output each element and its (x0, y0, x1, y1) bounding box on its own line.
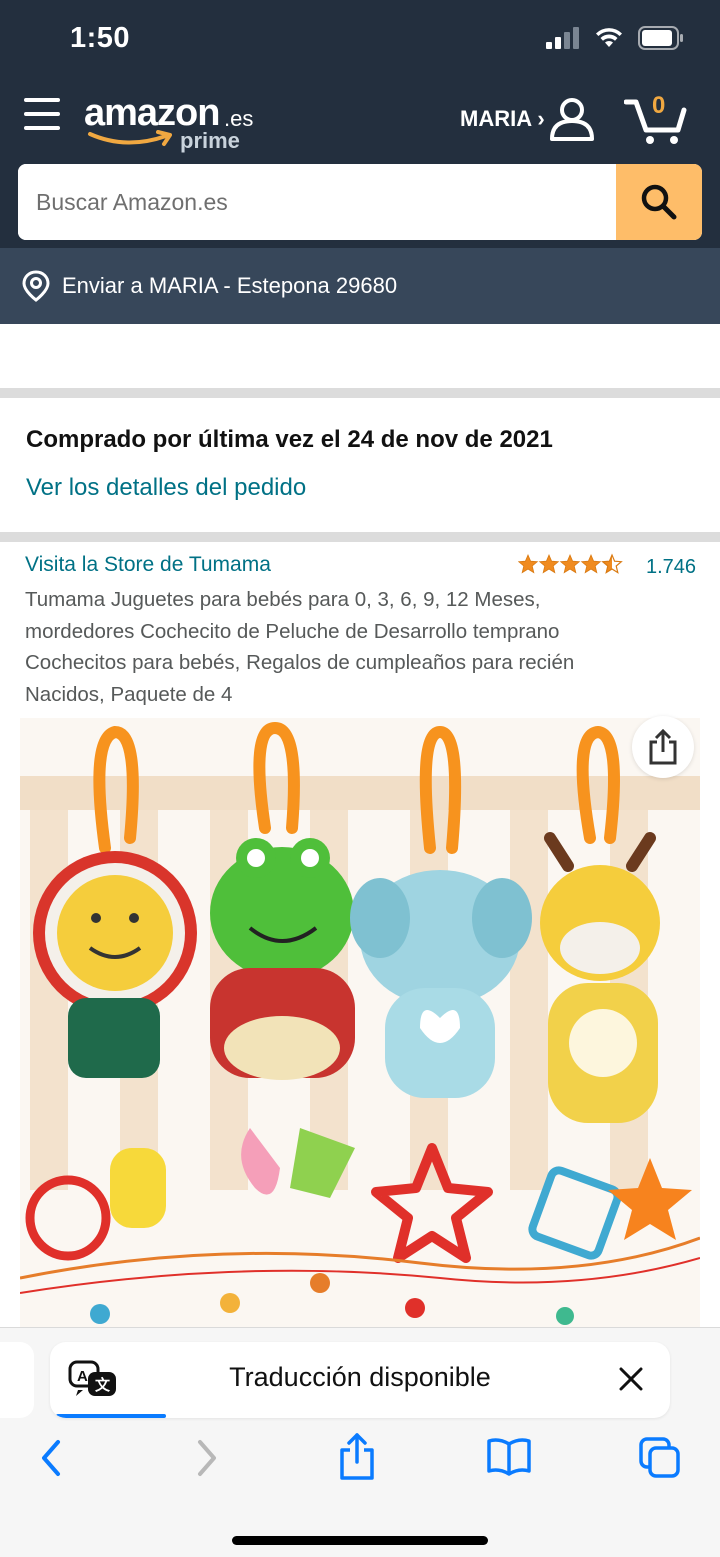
store-link[interactable]: Visita la Store de Tumama (25, 553, 271, 577)
product-title: Tumama Juguetes para bebés para 0, 3, 6,… (25, 588, 575, 706)
share-icon (649, 728, 677, 765)
browser-bottom-bar: A 文 Traducción disponible (0, 1327, 720, 1557)
translation-text: Traducción disponible (229, 1362, 491, 1392)
menu-button[interactable] (24, 98, 60, 134)
chevron-left-icon[interactable] (36, 1436, 66, 1480)
search-input[interactable] (18, 164, 616, 240)
home-indicator[interactable] (232, 1536, 488, 1545)
order-details-link[interactable]: Ver los detalles del pedido (26, 474, 306, 502)
toys-illustration (20, 718, 700, 1328)
location-pin-icon (22, 270, 50, 302)
status-time: 1:50 (70, 22, 131, 54)
search-icon (641, 184, 677, 220)
amazon-logo[interactable]: amazon .es prime (84, 90, 264, 160)
deliver-to-text: Enviar a MARIA - Estepona 29680 (62, 273, 398, 298)
signal-icon (546, 27, 579, 49)
share-button[interactable] (632, 716, 694, 778)
close-icon[interactable] (616, 1364, 646, 1394)
account-link[interactable]: MARIA › (460, 106, 545, 132)
chevron-right-icon[interactable] (192, 1436, 222, 1480)
status-bar: 1:50 (0, 0, 720, 78)
translation-banner[interactable]: A 文 Traducción disponible (50, 1342, 670, 1418)
amazon-smile-icon (88, 130, 172, 146)
search-button[interactable] (616, 164, 702, 240)
cart-count: 0 (652, 92, 666, 119)
logo-prime: prime (180, 128, 240, 153)
star-rating-icon (518, 554, 622, 574)
search-bar (18, 164, 702, 240)
rating-count[interactable]: 1.746 (646, 556, 696, 579)
product-image[interactable] (20, 718, 700, 1328)
last-purchased-text: Comprado por última vez el 24 de nov de … (26, 426, 553, 453)
book-icon[interactable] (486, 1436, 532, 1476)
amazon-header: amazon .es prime MARIA › 0 (0, 78, 720, 248)
tabs-icon[interactable] (638, 1436, 682, 1480)
battery-icon (638, 26, 683, 50)
share-icon[interactable] (338, 1432, 376, 1482)
rating-stars[interactable] (518, 553, 624, 575)
browser-toolbar (0, 1433, 720, 1492)
user-icon[interactable] (548, 96, 596, 142)
section-divider (0, 388, 720, 398)
previous-tab-card[interactable] (0, 1342, 34, 1418)
cart-button[interactable]: 0 (624, 90, 690, 146)
section-divider (0, 532, 720, 542)
status-icons (546, 26, 684, 50)
translation-progress (56, 1414, 166, 1418)
wifi-icon (596, 28, 622, 47)
deliver-to-bar[interactable]: Enviar a MARIA - Estepona 29680 (0, 248, 720, 324)
